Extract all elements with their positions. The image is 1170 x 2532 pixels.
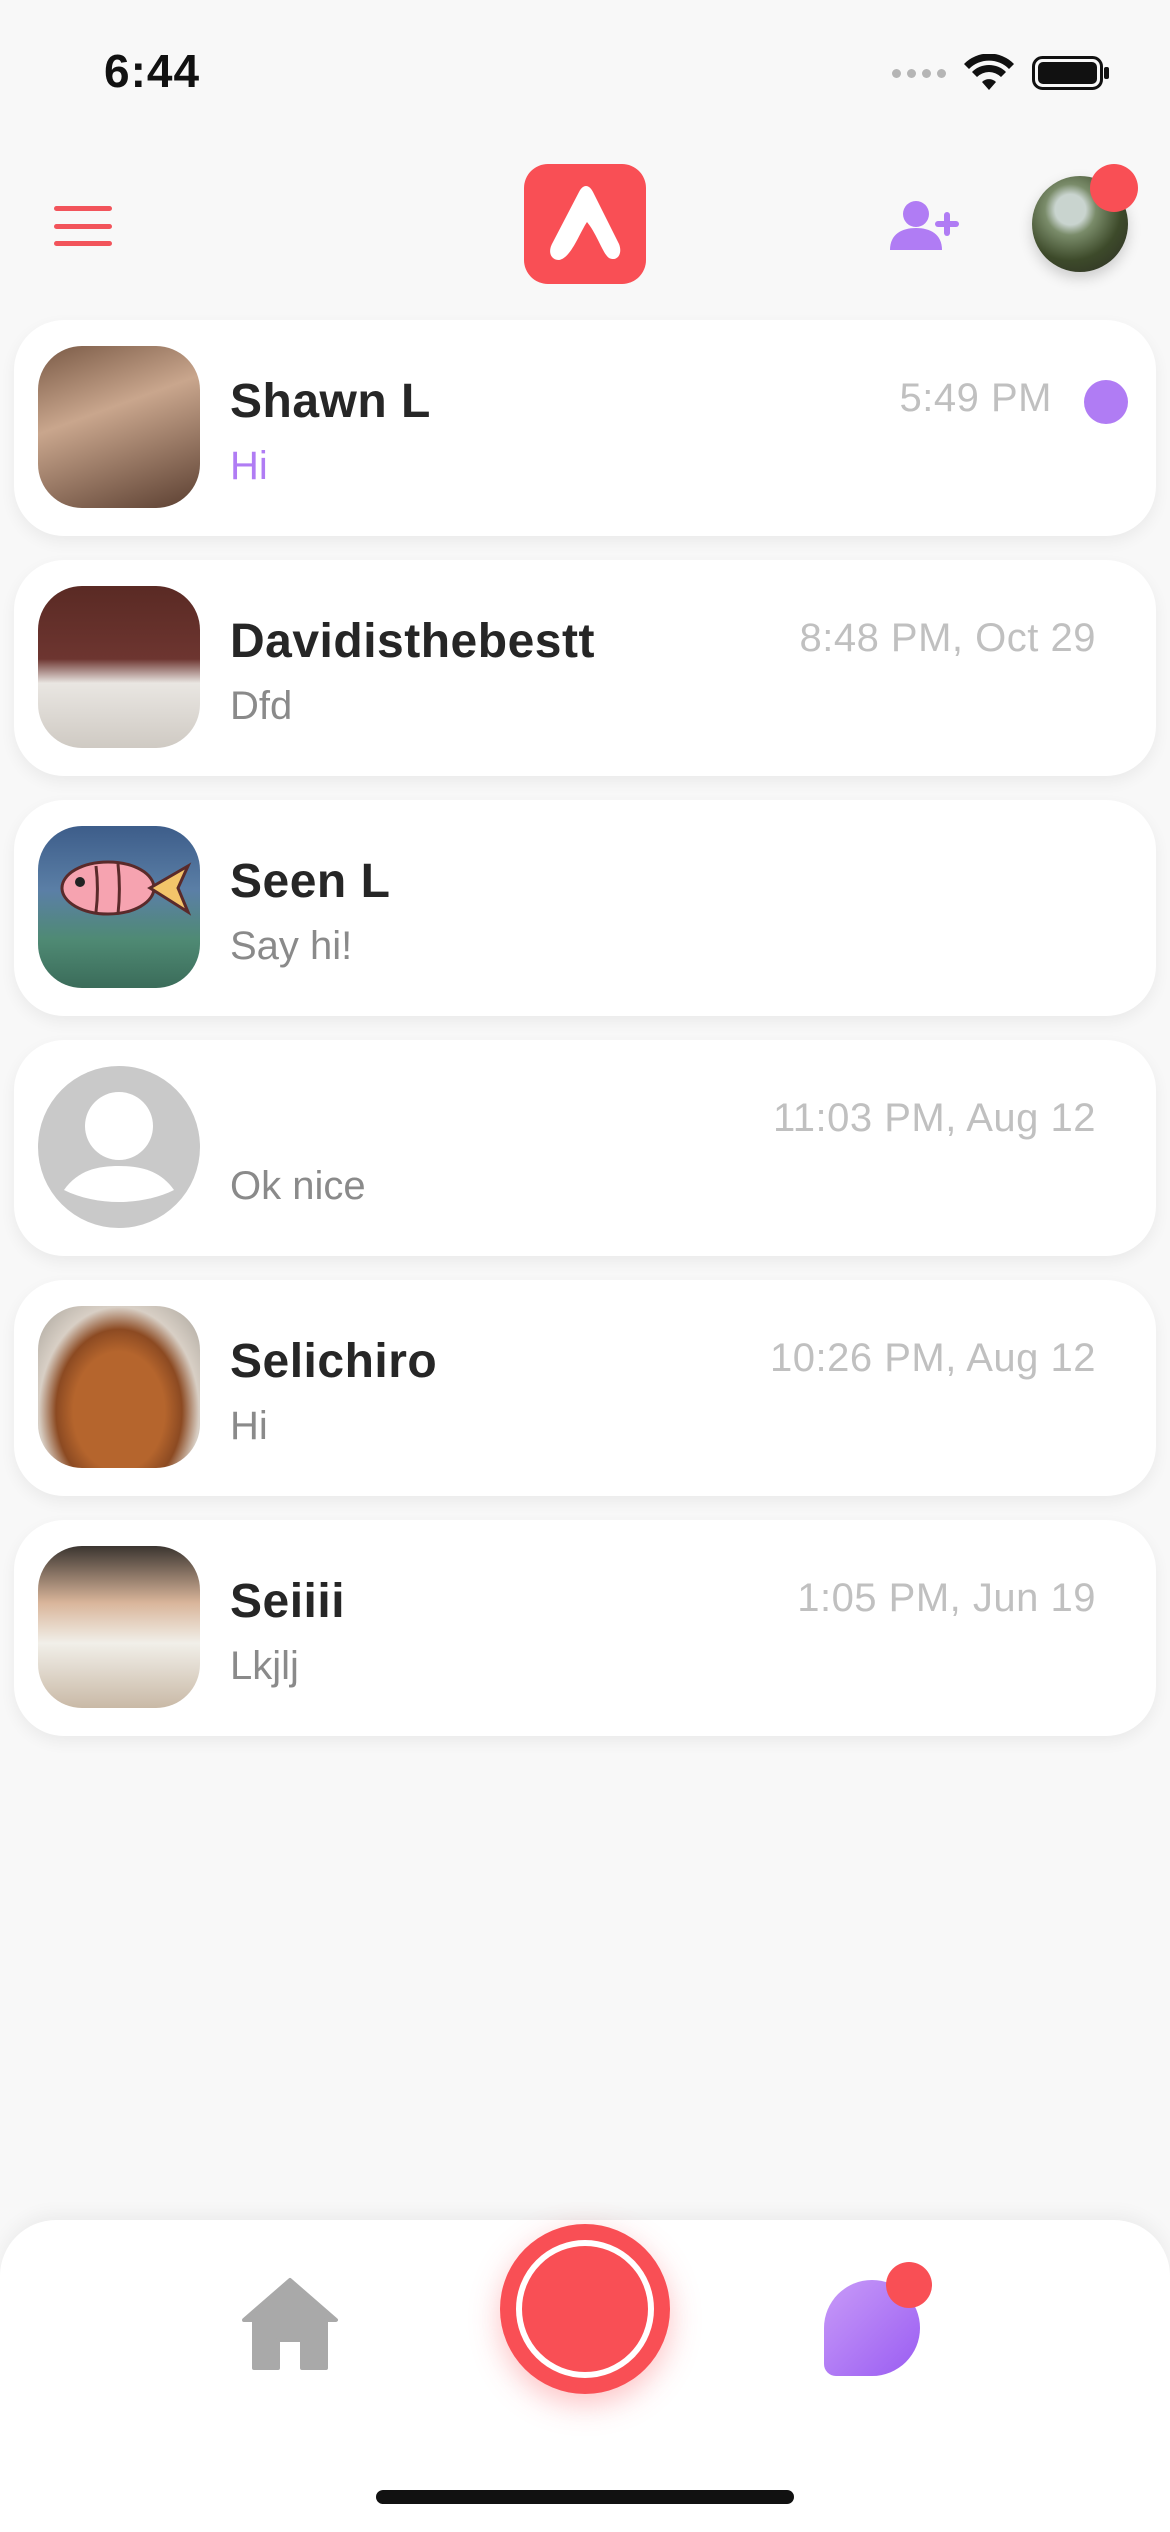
chat-name: Selichiro bbox=[230, 1335, 438, 1388]
status-icons bbox=[892, 54, 1110, 92]
chat-item[interactable]: Seen L Say hi! bbox=[14, 800, 1156, 1016]
chat-name: Seen L bbox=[230, 855, 391, 908]
chat-time: 5:49 PM bbox=[899, 376, 1052, 420]
chat-preview: Ok nice bbox=[230, 1164, 366, 1208]
chat-item[interactable]: Selichiro Hi 10:26 PM, Aug 12 bbox=[14, 1280, 1156, 1496]
cellular-signal-icon bbox=[892, 68, 946, 78]
profile-notification-badge bbox=[1090, 164, 1138, 212]
status-time: 6:44 bbox=[104, 45, 201, 97]
chat-time: 10:26 PM, Aug 12 bbox=[769, 1336, 1096, 1380]
chat-avatar bbox=[38, 1546, 200, 1708]
status-bar: 6:44 bbox=[0, 0, 1170, 150]
add-user-icon[interactable] bbox=[888, 198, 960, 254]
chat-time: 8:48 PM, Oct 29 bbox=[799, 616, 1096, 660]
chat-name: Davidisthebestt bbox=[230, 615, 595, 668]
chat-list: Shawn L Hi 5:49 PM Davidisthebestt Dfd 8… bbox=[14, 320, 1156, 1760]
chats-notification-badge bbox=[886, 2262, 932, 2308]
chat-name: Seiiii bbox=[230, 1575, 346, 1628]
chat-time: 11:03 PM, Aug 12 bbox=[772, 1096, 1096, 1140]
wifi-icon bbox=[964, 54, 1014, 90]
app-logo-icon[interactable] bbox=[524, 164, 646, 284]
home-icon[interactable] bbox=[240, 2276, 340, 2372]
chat-time: 1:05 PM, Jun 19 bbox=[797, 1576, 1096, 1620]
chat-preview: Lkjlj bbox=[230, 1644, 299, 1688]
home-indicator[interactable] bbox=[376, 2490, 794, 2504]
chat-item[interactable]: Davidisthebestt Dfd 8:48 PM, Oct 29 bbox=[14, 560, 1156, 776]
chat-item[interactable]: Shawn L Hi 5:49 PM bbox=[14, 320, 1156, 536]
chat-item[interactable]: Seiiii Lkjlj 1:05 PM, Jun 19 bbox=[14, 1520, 1156, 1736]
chat-preview: Hi bbox=[230, 1404, 268, 1448]
hamburger-menu-icon[interactable] bbox=[54, 206, 112, 246]
top-header bbox=[0, 150, 1170, 300]
chat-item[interactable]: Ok nice 11:03 PM, Aug 12 bbox=[14, 1040, 1156, 1256]
record-button[interactable] bbox=[500, 2224, 670, 2394]
bottom-nav bbox=[0, 2220, 1170, 2532]
chat-avatar bbox=[38, 1306, 200, 1468]
fish-sticker-icon bbox=[60, 860, 192, 916]
chat-preview: Dfd bbox=[230, 684, 293, 728]
battery-icon bbox=[1032, 56, 1109, 90]
chat-preview: Hi bbox=[230, 444, 268, 488]
chat-bubble-icon[interactable] bbox=[824, 2262, 932, 2376]
unread-indicator bbox=[1084, 380, 1128, 424]
chat-avatar bbox=[38, 346, 200, 508]
chat-preview: Say hi! bbox=[230, 924, 353, 968]
chat-avatar bbox=[38, 826, 200, 988]
record-button-icon bbox=[516, 2240, 654, 2378]
default-avatar-icon bbox=[38, 1066, 200, 1228]
chat-avatar bbox=[38, 586, 200, 748]
chat-name: Shawn L bbox=[230, 375, 431, 428]
